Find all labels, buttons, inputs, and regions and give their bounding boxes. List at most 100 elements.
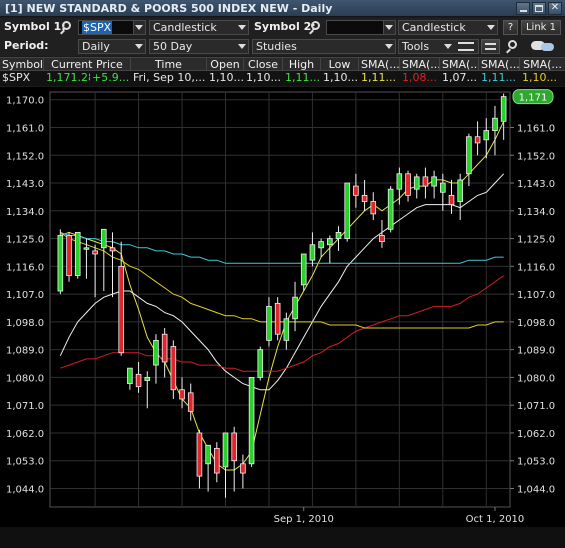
y-tick-label-left: 1,125.0	[6, 235, 44, 246]
y-tick-label-right: 1,062.0	[517, 429, 555, 440]
col-close-header[interactable]: Close	[244, 58, 283, 70]
chevron-down-icon	[444, 44, 452, 49]
candle-up	[483, 130, 490, 141]
chevron-down-icon	[487, 25, 495, 30]
range-value: 50 Day	[153, 40, 193, 53]
cell-sma3: 1,07...	[442, 71, 477, 84]
candle-up	[500, 96, 507, 122]
y-tick-label-left: 1,098.0	[6, 318, 44, 329]
candle-down	[405, 173, 411, 196]
quote-table-row[interactable]: $SPX 1,171.28 +5.9... Fri, Sep 10,... 1,…	[0, 71, 565, 86]
y-tick-label-right: 1,053.0	[517, 457, 555, 468]
period-value: Daily	[82, 40, 110, 53]
sma-line-white	[59, 173, 505, 391]
symbol1-dropdown-button[interactable]	[133, 20, 146, 35]
y-tick-label-left: 1,161.0	[6, 123, 44, 134]
price-chart[interactable]: 1,170.0 1,161.0 1,152.0 1,143.0 1,134.0 1,125…	[0, 87, 565, 548]
y-tick-label-right: 1,152.0	[517, 151, 555, 162]
candle-down	[370, 201, 377, 215]
close-button[interactable]: ✕	[548, 1, 562, 15]
cell-price-change: +5.9...	[92, 71, 130, 84]
cell-sma4: 1,11...	[481, 71, 516, 84]
candle-up	[431, 176, 437, 187]
col-current-price-header[interactable]: Current Price	[44, 58, 131, 70]
chat-bubble-icon	[541, 43, 554, 51]
symbol2-search-icon[interactable]	[311, 21, 320, 30]
candle-down	[474, 136, 481, 144]
range-select[interactable]: 50 Day	[149, 39, 249, 54]
candle-up	[492, 117, 498, 131]
candle-down	[66, 235, 72, 276]
chart-type2-select[interactable]: Candlestick	[398, 20, 498, 35]
col-sma5-header[interactable]: SMA(...	[520, 58, 565, 70]
candle-down	[135, 373, 142, 388]
candle-up	[144, 377, 151, 381]
candle-up	[318, 241, 324, 249]
symbol1-search-icon[interactable]	[62, 21, 71, 30]
chart-type1-select[interactable]: Candlestick	[149, 20, 249, 35]
chart-type2-value: Candlestick	[402, 21, 466, 34]
y-tick-label-right: 1,125.0	[517, 235, 555, 246]
y-tick-label-left: 1,152.0	[6, 151, 44, 162]
cell-high: 1,11...	[285, 71, 320, 84]
tools-value: Tools	[402, 40, 430, 53]
candle-up	[309, 244, 316, 261]
candle-down	[196, 432, 203, 477]
zoom-icon[interactable]	[508, 40, 517, 49]
candle-up	[74, 231, 81, 276]
candle-up	[257, 349, 264, 378]
help-button[interactable]: ?	[503, 20, 518, 35]
studies-value: Studies	[256, 40, 297, 53]
candle-up	[266, 306, 272, 341]
link-button[interactable]: Link 1	[521, 20, 561, 35]
horizontal-scrollbar	[0, 527, 565, 548]
col-sma2-header[interactable]: SMA(...	[400, 58, 440, 70]
col-sma1-header[interactable]: SMA(...	[359, 58, 400, 70]
chevron-down-icon	[135, 25, 143, 30]
candle-down	[361, 194, 368, 202]
candle-down	[118, 265, 124, 354]
sma-line-olive	[60, 231, 504, 329]
y-tick-label-right: 1,134.0	[517, 207, 555, 218]
candle-up	[457, 179, 463, 202]
y-tick-label-right: 1,161.0	[517, 123, 555, 134]
col-sma3-header[interactable]: SMA(...	[440, 58, 479, 70]
settings-button[interactable]	[481, 39, 500, 54]
studies-select[interactable]: Studies	[252, 39, 396, 54]
candle-down	[179, 389, 185, 400]
y-tick-label-left: 1,089.0	[6, 346, 44, 357]
col-time-header[interactable]: Time	[131, 58, 207, 70]
symbol1-input-value: $SPX	[82, 21, 113, 34]
window-titlebar: [1] NEW STANDARD & POORS 500 INDEX NEW -…	[0, 0, 565, 17]
col-sma4-header[interactable]: SMA(...	[479, 58, 520, 70]
y-tick-label-right: 1,044.0	[517, 484, 555, 495]
chevron-down-icon	[135, 44, 143, 49]
col-low-header[interactable]: Low	[321, 58, 359, 70]
minimize-button[interactable]	[516, 1, 530, 15]
window-title: [1] NEW STANDARD & POORS 500 INDEX NEW -…	[5, 1, 333, 15]
period-label: Period:	[4, 39, 49, 52]
close-icon: ✕	[550, 2, 560, 13]
y-tick-label-left: 1,044.0	[6, 484, 44, 495]
y-tick-label-right: 1,107.0	[517, 290, 555, 301]
lines-icon	[485, 43, 496, 50]
symbol2-dropdown-button[interactable]	[383, 20, 396, 35]
candle-down	[240, 463, 246, 474]
y-tick-label-right: 1,080.0	[517, 373, 555, 384]
candlestick-chart-svg[interactable]: 1,170.0 1,161.0 1,152.0 1,143.0 1,134.0 1,125…	[0, 87, 565, 548]
col-symbol-header[interactable]: Symbol	[0, 58, 44, 70]
sma-line-cyan	[60, 231, 504, 264]
tools-select[interactable]: Tools	[398, 39, 479, 54]
y-tick-label-left: 1,080.0	[6, 373, 44, 384]
chat-button[interactable]	[528, 39, 560, 54]
col-high-header[interactable]: High	[283, 58, 321, 70]
candle-down	[109, 247, 116, 252]
candle-up	[466, 136, 472, 175]
period-select[interactable]: Daily	[78, 39, 146, 54]
candle-up	[101, 228, 107, 249]
y-tick-label-left: 1,134.0	[6, 207, 44, 218]
maximize-button[interactable]	[532, 1, 546, 15]
col-open-header[interactable]: Open	[207, 58, 244, 70]
candle-up	[57, 235, 64, 292]
candle-up	[413, 176, 420, 190]
